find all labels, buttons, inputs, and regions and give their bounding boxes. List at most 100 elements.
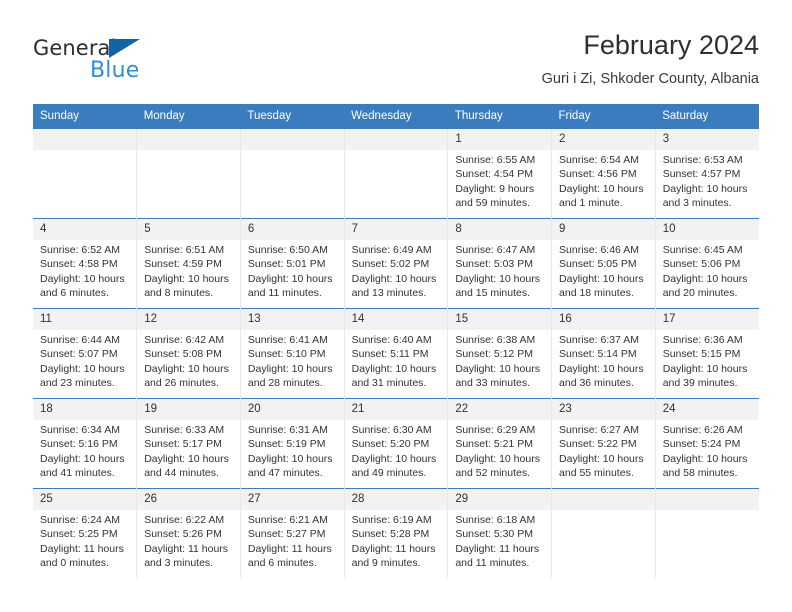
day-number: 16: [552, 309, 655, 330]
sunset-time: Sunset: 5:22 PM: [559, 438, 637, 451]
weekday-header-thursday: Thursday: [447, 104, 552, 129]
sunset-time: Sunset: 4:54 PM: [455, 168, 533, 181]
calendar-day-cell[interactable]: 3 Sunrise: 6:53 AM Sunset: 4:57 PM Daylight…: [654, 129, 759, 219]
daylight-duration-line1: Daylight: 10 hours: [455, 272, 540, 285]
daylight-duration-line2: and 8 minutes.: [144, 287, 214, 300]
daylight-duration-line1: Daylight: 9 hours: [455, 182, 535, 195]
calendar-day-cell[interactable]: 27 Sunrise: 6:21 AM Sunset: 5:27 PM Dayligh…: [239, 488, 345, 578]
calendar-day-cell[interactable]: 5 Sunrise: 6:51 AM Sunset: 4:59 PM Daylight…: [136, 218, 241, 309]
daylight-duration-line2: and 20 minutes.: [662, 287, 738, 300]
sunrise-time: Sunrise: 6:41 AM: [247, 334, 328, 346]
calendar-day-cell[interactable]: 6 Sunrise: 6:50 AM Sunset: 5:01 PM Daylight…: [239, 218, 345, 309]
calendar-day-cell[interactable]: 11 Sunrise: 6:44 AM Sunset: 5:07 PM Dayligh…: [33, 308, 137, 399]
daylight-duration-line2: and 33 minutes.: [455, 377, 531, 390]
day-details: Sunrise: 6:22 AM Sunset: 5:26 PM Daylight:…: [137, 510, 240, 571]
calendar-day-cell[interactable]: 29 Sunrise: 6:18 AM Sunset: 5:30 PM Dayligh…: [447, 488, 552, 578]
calendar-body: 1 Sunrise: 6:55 AM Sunset: 4:54 PM Daylight…: [33, 129, 759, 578]
calendar-day-cell[interactable]: 20 Sunrise: 6:31 AM Sunset: 5:19 PM Dayligh…: [239, 398, 345, 489]
daylight-duration-line2: and 36 minutes.: [559, 377, 634, 390]
calendar-day-cell[interactable]: 25 Sunrise: 6:24 AM Sunset: 5:25 PM Dayligh…: [33, 488, 137, 578]
sunrise-time: Sunrise: 6:54 AM: [559, 154, 639, 166]
daylight-duration-line1: Daylight: 10 hours: [40, 452, 125, 465]
weekday-header-wednesday: Wednesday: [344, 104, 448, 129]
calendar-day-cell[interactable]: 23 Sunrise: 6:27 AM Sunset: 5:22 PM Dayligh…: [551, 398, 656, 489]
day-number: 24: [655, 399, 759, 420]
daylight-duration-line1: Daylight: 10 hours: [559, 452, 644, 465]
sunrise-time: Sunrise: 6:46 AM: [559, 244, 639, 256]
sunrise-time: Sunrise: 6:52 AM: [40, 244, 120, 256]
calendar-day-cell[interactable]: 4 Sunrise: 6:52 AM Sunset: 4:58 PM Daylight…: [33, 218, 137, 309]
day-details: Sunrise: 6:54 AM Sunset: 4:56 PM Daylight:…: [552, 150, 655, 211]
daylight-duration-line1: Daylight: 11 hours: [144, 542, 229, 555]
day-number: 5: [137, 219, 240, 240]
sunset-time: Sunset: 4:59 PM: [144, 258, 222, 271]
calendar-day-cell[interactable]: 19 Sunrise: 6:33 AM Sunset: 5:17 PM Dayligh…: [136, 398, 241, 489]
sunset-time: Sunset: 4:58 PM: [40, 258, 118, 271]
day-number: 23: [552, 399, 655, 420]
sunset-time: Sunset: 5:14 PM: [559, 348, 637, 361]
calendar-day-cell[interactable]: 2 Sunrise: 6:54 AM Sunset: 4:56 PM Daylight…: [551, 129, 656, 219]
day-number: 18: [33, 399, 137, 420]
day-details: Sunrise: 6:49 AM Sunset: 5:02 PM Daylight:…: [345, 240, 448, 301]
calendar-day-cell[interactable]: 16 Sunrise: 6:37 AM Sunset: 5:14 PM Dayligh…: [551, 308, 656, 399]
day-details: Sunrise: 6:30 AM Sunset: 5:20 PM Daylight:…: [345, 420, 448, 481]
day-details: Sunrise: 6:47 AM Sunset: 5:03 PM Daylight:…: [448, 240, 551, 301]
day-number: 9: [552, 219, 655, 240]
day-number: 13: [240, 309, 344, 330]
sunrise-time: Sunrise: 6:31 AM: [247, 424, 328, 436]
calendar-day-cell[interactable]: 7 Sunrise: 6:49 AM Sunset: 5:02 PM Daylight…: [343, 218, 448, 309]
sunset-time: Sunset: 5:06 PM: [662, 258, 741, 271]
sunrise-time: Sunrise: 6:30 AM: [351, 424, 432, 436]
calendar-day-cell[interactable]: 21 Sunrise: 6:30 AM Sunset: 5:20 PM Dayligh…: [343, 398, 448, 489]
daylight-duration-line1: Daylight: 11 hours: [40, 542, 124, 555]
sunrise-time: Sunrise: 6:19 AM: [351, 514, 432, 526]
logo-text-general: General: [33, 36, 117, 60]
daylight-duration-line1: Daylight: 10 hours: [662, 362, 748, 375]
calendar-day-cell[interactable]: 26 Sunrise: 6:22 AM Sunset: 5:26 PM Dayligh…: [136, 488, 241, 578]
daylight-duration-line1: Daylight: 11 hours: [351, 542, 436, 555]
day-details: Sunrise: 6:19 AM Sunset: 5:28 PM Daylight:…: [345, 510, 448, 571]
day-details: Sunrise: 6:44 AM Sunset: 5:07 PM Daylight:…: [33, 330, 136, 391]
calendar-day-cell[interactable]: 10 Sunrise: 6:45 AM Sunset: 5:06 PM Dayligh…: [654, 218, 759, 309]
sunrise-time: Sunrise: 6:27 AM: [559, 424, 639, 436]
calendar-day-cell[interactable]: 28 Sunrise: 6:19 AM Sunset: 5:28 PM Dayligh…: [343, 488, 448, 578]
day-details: Sunrise: 6:33 AM Sunset: 5:17 PM Daylight:…: [137, 420, 240, 481]
day-details: Sunrise: 6:21 AM Sunset: 5:27 PM Daylight:…: [241, 510, 344, 571]
calendar-day-cell[interactable]: 14 Sunrise: 6:40 AM Sunset: 5:11 PM Dayligh…: [343, 308, 448, 399]
calendar-day-cell[interactable]: 15 Sunrise: 6:38 AM Sunset: 5:12 PM Dayligh…: [447, 308, 552, 399]
daylight-duration-line2: and 18 minutes.: [559, 287, 634, 300]
day-details: Sunrise: 6:52 AM Sunset: 4:58 PM Daylight:…: [33, 240, 136, 301]
calendar-day-cell[interactable]: 13 Sunrise: 6:41 AM Sunset: 5:10 PM Dayligh…: [239, 308, 345, 399]
sunset-time: Sunset: 5:12 PM: [455, 348, 533, 361]
sunrise-time: Sunrise: 6:50 AM: [247, 244, 328, 256]
calendar-day-cell[interactable]: 1 Sunrise: 6:55 AM Sunset: 4:54 PM Daylight…: [447, 129, 552, 219]
calendar-day-cell[interactable]: 8 Sunrise: 6:47 AM Sunset: 5:03 PM Daylight…: [447, 218, 552, 309]
calendar-day-cell[interactable]: 18 Sunrise: 6:34 AM Sunset: 5:16 PM Dayligh…: [33, 398, 137, 489]
day-number: 17: [655, 309, 759, 330]
daylight-duration-line2: and 31 minutes.: [351, 377, 427, 390]
daylight-duration-line1: Daylight: 10 hours: [559, 362, 644, 375]
calendar-day-cell[interactable]: 22 Sunrise: 6:29 AM Sunset: 5:21 PM Dayligh…: [447, 398, 552, 489]
day-details: Sunrise: 6:26 AM Sunset: 5:24 PM Daylight:…: [656, 420, 759, 481]
sunrise-time: Sunrise: 6:51 AM: [144, 244, 225, 256]
calendar-day-cell[interactable]: 9 Sunrise: 6:46 AM Sunset: 5:05 PM Daylight…: [551, 218, 656, 309]
day-details: Sunrise: 6:42 AM Sunset: 5:08 PM Daylight:…: [137, 330, 240, 391]
day-details: Sunrise: 6:50 AM Sunset: 5:01 PM Daylight:…: [241, 240, 344, 301]
calendar-week-row: 18 Sunrise: 6:34 AM Sunset: 5:16 PM Dayligh…: [33, 398, 759, 489]
calendar-day-cell-empty: [343, 129, 448, 219]
page-subtitle: Guri i Zi, Shkoder County, Albania: [541, 71, 759, 87]
general-blue-logo[interactable]: General Blue: [33, 36, 233, 88]
daylight-duration-line2: and 9 minutes.: [351, 557, 421, 570]
daylight-duration-line2: and 52 minutes.: [455, 467, 531, 480]
daylight-duration-line1: Daylight: 10 hours: [144, 452, 229, 465]
calendar-day-cell-empty: [136, 129, 241, 219]
sunrise-time: Sunrise: 6:24 AM: [40, 514, 120, 526]
calendar-day-cell[interactable]: 17 Sunrise: 6:36 AM Sunset: 5:15 PM Dayligh…: [654, 308, 759, 399]
daylight-duration-line2: and 3 minutes.: [144, 557, 214, 570]
day-details: Sunrise: 6:37 AM Sunset: 5:14 PM Daylight:…: [552, 330, 655, 391]
sunset-time: Sunset: 5:16 PM: [40, 438, 118, 451]
calendar-day-cell[interactable]: 12 Sunrise: 6:42 AM Sunset: 5:08 PM Dayligh…: [136, 308, 241, 399]
title-block: February 2024 Guri i Zi, Shkoder County,…: [542, 28, 759, 90]
calendar-day-cell[interactable]: 24 Sunrise: 6:26 AM Sunset: 5:24 PM Dayligh…: [654, 398, 759, 489]
calendar-week-row: 11 Sunrise: 6:44 AM Sunset: 5:07 PM Dayligh…: [33, 308, 759, 399]
